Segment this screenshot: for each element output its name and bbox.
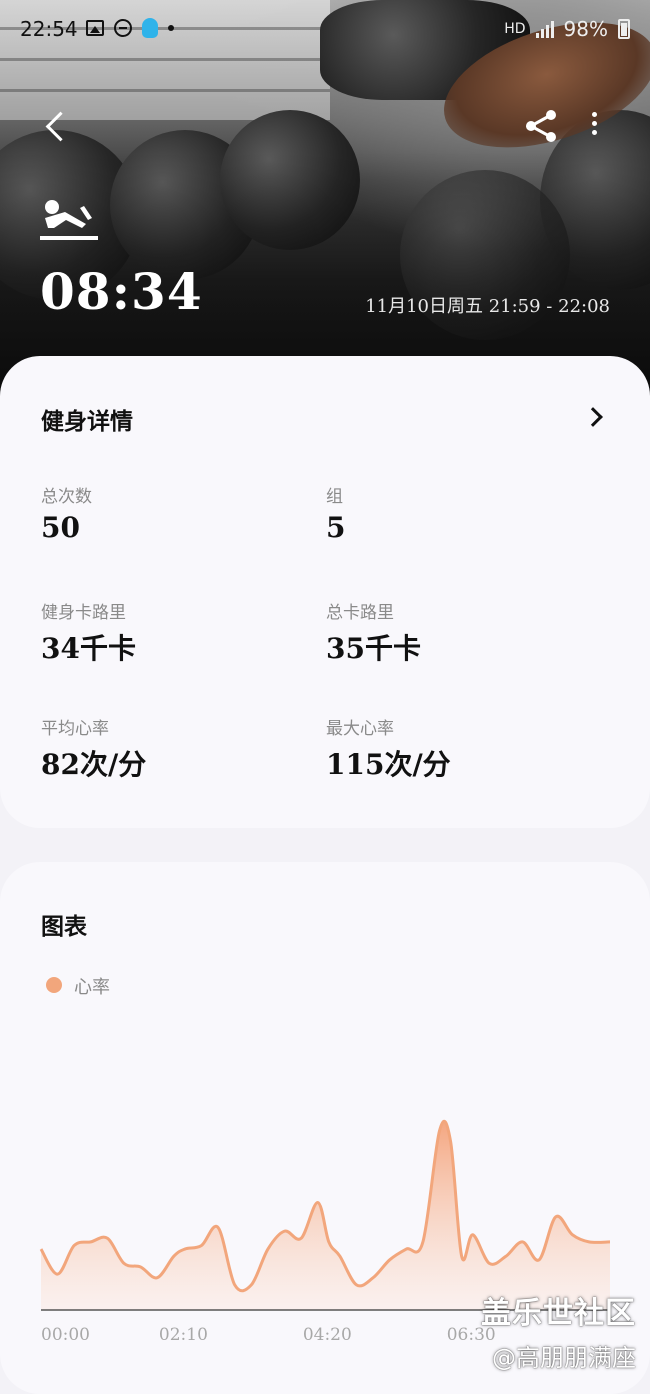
hd-icon: HD: [504, 21, 526, 37]
watermark-author: @高朋朋满座: [492, 1344, 636, 1372]
stat-label: 健身卡路里: [41, 603, 126, 623]
stat-label: 最大心率: [326, 719, 394, 739]
stat-value: 115次/分: [326, 748, 451, 781]
heart-rate-area: [41, 1121, 610, 1310]
stat-label: 总次数: [41, 487, 92, 507]
stat-value: 5: [326, 511, 346, 544]
chart-title: 图表: [41, 913, 87, 940]
chevron-right-icon[interactable]: [586, 406, 606, 428]
stat-label: 组: [326, 487, 343, 507]
stat-value: 34千卡: [41, 632, 136, 665]
4g-signal-icon: [535, 20, 554, 38]
details-title: 健身详情: [41, 408, 133, 435]
stat-label: 平均心率: [41, 719, 109, 739]
dnd-icon: [114, 19, 132, 37]
strength-training-icon: [40, 200, 98, 240]
workout-date-range: 11月10日周五 21:59 - 22:08: [365, 296, 610, 317]
legend-label: 心率: [74, 977, 110, 998]
x-tick-label: 04:20: [302, 1325, 352, 1345]
stat-value: 82次/分: [41, 748, 147, 781]
hero-banner: 22:54 HD 98% 08:34 11月10日周五 21:59 - 22:0…: [0, 0, 650, 400]
more-options-icon[interactable]: [584, 108, 604, 144]
stat-label: 总卡路里: [326, 603, 394, 623]
battery-percent: 98%: [563, 17, 608, 41]
status-time: 22:54: [20, 17, 78, 41]
qq-icon: [142, 18, 158, 38]
heart-rate-chart: [39, 1119, 611, 1311]
x-tick-label: 02:10: [158, 1325, 208, 1345]
x-tick-label: 00:00: [41, 1325, 90, 1345]
workout-duration: 08:34: [40, 262, 203, 321]
dot-icon: [168, 25, 174, 31]
watermark: 盖乐世社区 @高朋朋满座: [481, 1288, 636, 1373]
share-icon[interactable]: [524, 108, 558, 144]
legend-dot-icon: [46, 977, 62, 993]
battery-icon: [618, 19, 630, 39]
status-bar: 22:54 HD 98%: [0, 0, 650, 58]
stat-value: 50: [41, 511, 80, 544]
gallery-icon: [86, 20, 104, 36]
watermark-community: 盖乐世社区: [481, 1296, 636, 1331]
stat-value: 35千卡: [326, 632, 421, 665]
back-button[interactable]: [38, 108, 74, 148]
